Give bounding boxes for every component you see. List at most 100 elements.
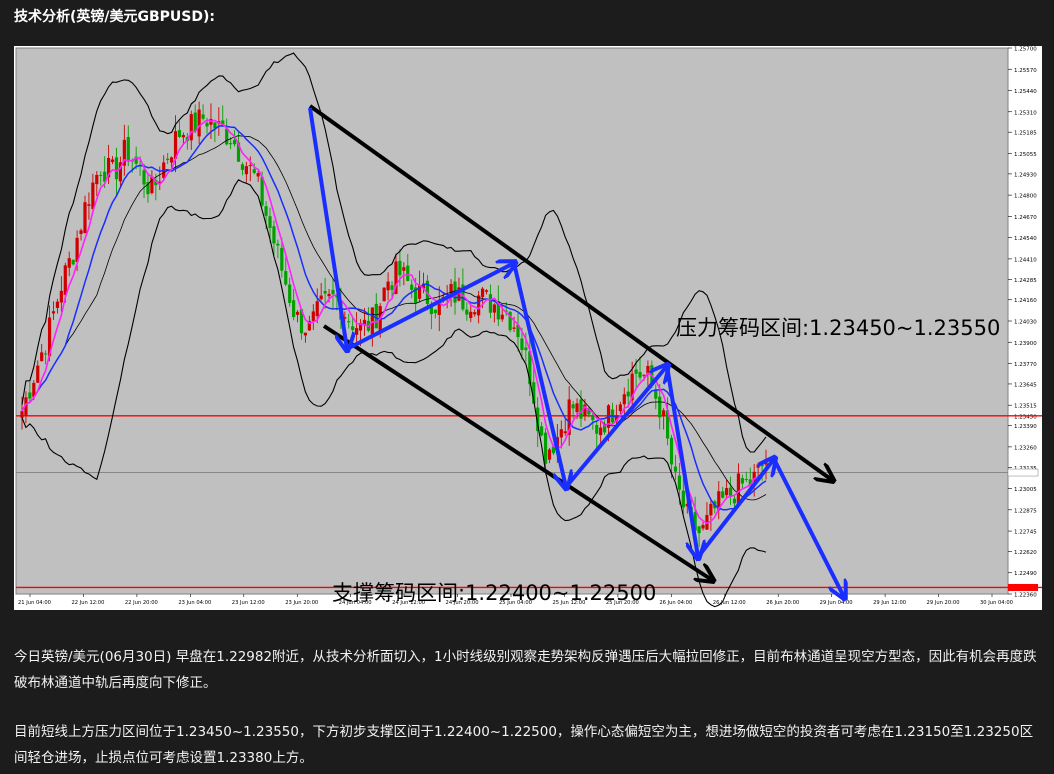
candle-body bbox=[398, 260, 402, 276]
candle-body bbox=[83, 202, 87, 234]
candle-body bbox=[79, 230, 83, 234]
candle-body bbox=[91, 182, 95, 209]
candle-body bbox=[669, 437, 674, 465]
current-price-tag bbox=[1007, 468, 1039, 477]
candle-body bbox=[520, 338, 524, 350]
support-price-tag bbox=[1008, 583, 1038, 591]
y-tick-label: 1.23260 bbox=[1014, 445, 1037, 451]
candle-body bbox=[744, 479, 748, 481]
y-tick-label: 1.22875 bbox=[1014, 508, 1037, 514]
candle-body bbox=[205, 122, 209, 127]
candle-body bbox=[465, 309, 469, 315]
candle-body bbox=[406, 265, 410, 282]
candle-body bbox=[142, 170, 146, 185]
candle-body bbox=[189, 114, 193, 141]
candle-body bbox=[618, 404, 622, 412]
candle-body bbox=[642, 374, 646, 376]
candle-body bbox=[252, 169, 256, 174]
y-tick-label: 1.25185 bbox=[1014, 131, 1037, 137]
candle-body bbox=[114, 157, 119, 180]
candle-body bbox=[721, 491, 725, 498]
resistance-annotation: 压力筹码区间:1.23450~1.23550 bbox=[676, 316, 1000, 340]
x-tick-label: 29 Jun 04:00 bbox=[820, 600, 853, 606]
candle-body bbox=[323, 290, 327, 294]
candle-body bbox=[59, 290, 63, 303]
candle-body bbox=[51, 311, 56, 314]
candle-body bbox=[701, 524, 705, 529]
candle-body bbox=[386, 281, 390, 291]
candle-body bbox=[662, 410, 666, 416]
y-tick-label: 1.23770 bbox=[1014, 362, 1037, 368]
candle-body bbox=[331, 289, 335, 295]
candle-body bbox=[40, 352, 44, 362]
analysis-paragraph-2: 目前短线上方压力区间位于1.23450~1.23550，下方初步支撑区间于1.2… bbox=[14, 724, 1034, 766]
candle-body bbox=[232, 139, 237, 145]
candle-body bbox=[268, 216, 272, 228]
candle-body bbox=[315, 301, 319, 317]
candle-body bbox=[126, 136, 130, 162]
candle-body bbox=[347, 321, 351, 323]
candle bbox=[382, 287, 386, 302]
candle-body bbox=[28, 392, 32, 399]
candle-body bbox=[512, 327, 516, 329]
candle-body bbox=[272, 226, 276, 244]
candle-body bbox=[764, 461, 768, 465]
candle-body bbox=[575, 403, 579, 413]
candle-body bbox=[355, 328, 359, 335]
candle-body bbox=[181, 135, 185, 138]
y-tick-label: 1.24540 bbox=[1014, 236, 1037, 242]
candle-body bbox=[327, 293, 331, 297]
candle-body bbox=[209, 119, 213, 125]
candle-body bbox=[480, 288, 485, 298]
candle-body bbox=[264, 206, 268, 216]
y-tick-label: 1.23515 bbox=[1014, 404, 1037, 410]
x-tick-label: 30 Jun 04:00 bbox=[980, 600, 1013, 606]
y-tick-label: 1.23005 bbox=[1014, 487, 1037, 493]
candle-body bbox=[524, 347, 528, 351]
x-tick-label: 23 Jun 04:00 bbox=[178, 600, 211, 606]
y-tick-label: 1.25570 bbox=[1014, 68, 1037, 74]
candle-body bbox=[634, 369, 638, 374]
candle-body bbox=[288, 284, 292, 303]
candle-body bbox=[673, 466, 678, 472]
candle-body bbox=[193, 112, 197, 132]
candle-body bbox=[382, 287, 386, 302]
analysis-paragraph-1: 今日英镑/美元(06月30日) 早盘在1.22982附近，从技术分析面切入，1小… bbox=[14, 649, 1037, 691]
x-tick-label: 22 Jun 12:00 bbox=[71, 600, 104, 606]
candle-body bbox=[177, 130, 182, 137]
candle-body bbox=[225, 128, 229, 145]
y-tick-label: 1.24800 bbox=[1014, 194, 1037, 200]
candle-body bbox=[638, 372, 642, 378]
y-tick-label: 1.24670 bbox=[1014, 215, 1037, 221]
candle-body bbox=[484, 290, 489, 292]
candle-body bbox=[351, 326, 355, 330]
candle-body bbox=[756, 464, 760, 468]
candle-body bbox=[280, 247, 284, 271]
x-tick-label: 26 Jun 20:00 bbox=[766, 600, 799, 606]
candle-body bbox=[319, 295, 323, 300]
candle-body bbox=[709, 503, 713, 516]
candle-body bbox=[433, 309, 437, 314]
y-tick-label: 1.25700 bbox=[1014, 47, 1037, 53]
candle-body bbox=[681, 490, 685, 508]
candle-body bbox=[201, 114, 205, 119]
candle-body bbox=[591, 415, 595, 421]
candle-body bbox=[370, 307, 374, 335]
candle-body bbox=[36, 365, 40, 383]
candle-body bbox=[469, 311, 473, 319]
candle-body bbox=[402, 267, 406, 271]
candle-body bbox=[760, 462, 764, 467]
candle-body bbox=[244, 166, 248, 175]
y-tick-label: 1.22620 bbox=[1014, 550, 1037, 556]
y-tick-label: 1.23390 bbox=[1014, 424, 1037, 430]
candle-body bbox=[248, 165, 252, 167]
candle-body bbox=[677, 475, 681, 490]
candle-body bbox=[256, 173, 260, 177]
candle-body bbox=[55, 301, 60, 308]
candle-body bbox=[374, 303, 378, 329]
x-tick-label: 26 Jun 04:00 bbox=[659, 600, 692, 606]
candle-body bbox=[295, 311, 300, 315]
candle-body bbox=[44, 353, 48, 355]
y-tick-label: 1.24285 bbox=[1014, 278, 1037, 284]
x-tick-label: 23 Jun 12:00 bbox=[232, 600, 265, 606]
